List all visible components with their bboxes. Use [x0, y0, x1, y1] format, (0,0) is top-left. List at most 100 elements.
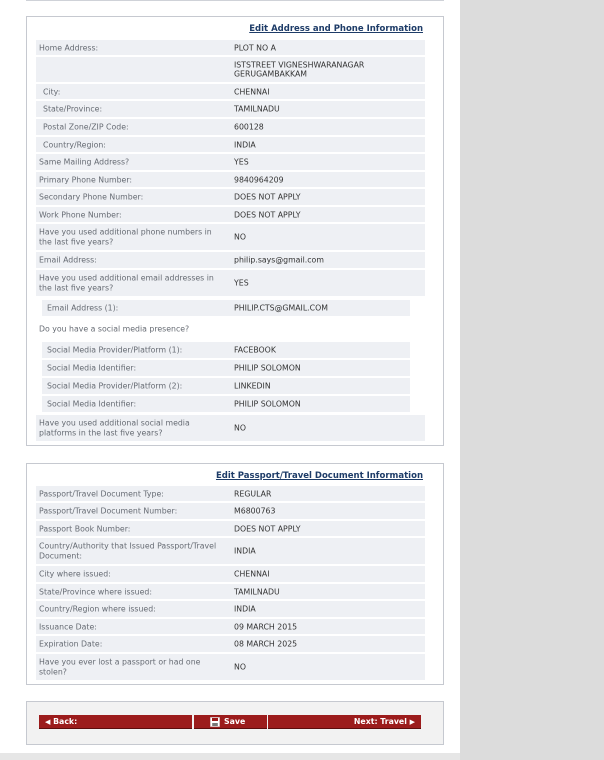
city-row: City: CHENNAI: [36, 84, 425, 100]
row-label: Primary Phone Number:: [39, 174, 133, 184]
issue-country-row: Country/Region where issued: INDIA: [36, 601, 425, 618]
row-value: NO: [234, 423, 246, 433]
navigation-bar: ◀ Back: Save Next: Travel ▶: [26, 701, 444, 745]
passport-panel: Edit Passport/Travel Document Informatio…: [26, 463, 444, 685]
email-1-row: Email Address (1): PHILIP.CTS@GMAIL.COM: [42, 300, 410, 317]
back-label: Back:: [53, 717, 78, 726]
row-value: 9840964209: [234, 174, 284, 184]
home-address-row: Home Address: PLOT NO A: [36, 40, 425, 56]
row-label: Secondary Phone Number:: [39, 192, 144, 202]
row-value: NO: [234, 232, 246, 242]
row-label: Country/Authority that Issued Passport/T…: [39, 541, 217, 561]
next-label: Next: Travel: [353, 717, 407, 726]
state-row: State/Province: TAMILNADU: [36, 101, 425, 118]
email-row: Email Address: philip.says@gmail.com: [36, 252, 425, 269]
save-button[interactable]: Save: [194, 715, 267, 729]
passport-type-row: Passport/Travel Document Type: REGULAR: [36, 486, 425, 502]
row-value: YES: [234, 278, 249, 288]
row-value: INDIA: [234, 604, 256, 614]
row-value: INDIA: [234, 546, 256, 556]
row-value: 09 MARCH 2015: [234, 621, 298, 631]
review-page: Edit Address and Phone Information Home …: [0, 0, 460, 760]
row-value: CHENNAI: [234, 569, 270, 579]
lost-passport-row: Have you ever lost a passport or had one…: [36, 654, 425, 681]
row-value: PLOT NO A: [234, 42, 276, 52]
row-label: Passport/Travel Document Type:: [39, 488, 164, 498]
row-label: Passport Book Number:: [39, 523, 131, 533]
row-value: TAMILNADU: [234, 586, 280, 596]
work-phone-row: Work Phone Number: DOES NOT APPLY: [36, 207, 425, 223]
row-label: Email Address (1):: [47, 303, 119, 313]
passport-number-row: Passport/Travel Document Number: M680076…: [36, 503, 425, 520]
additional-social-row: Have you used additional social media pl…: [36, 415, 425, 442]
issue-state-row: State/Province where issued: TAMILNADU: [36, 584, 425, 600]
row-label: Passport/Travel Document Number:: [39, 506, 178, 516]
social-platform-2-row: Social Media Provider/Platform (2): LINK…: [42, 378, 410, 395]
social-platform-1-row: Social Media Provider/Platform (1): FACE…: [42, 342, 410, 359]
row-label: Work Phone Number:: [39, 209, 122, 219]
additional-phones-row: Have you used additional phone numbers i…: [36, 224, 425, 251]
row-label: Do you have a social media presence?: [39, 323, 190, 333]
issue-city-row: City where issued: CHENNAI: [36, 566, 425, 583]
primary-phone-row: Primary Phone Number: 9840964209: [36, 172, 425, 188]
row-value: TAMILNADU: [234, 104, 280, 114]
edit-address-phone-link[interactable]: Edit Address and Phone Information: [249, 24, 423, 34]
row-label: Social Media Identifier:: [47, 363, 137, 373]
row-value: PHILIP.CTS@GMAIL.COM: [234, 303, 328, 313]
same-mailing-row: Same Mailing Address? YES: [36, 154, 425, 171]
additional-emails-row: Have you used additional email addresses…: [36, 270, 425, 297]
social-identifier-1-row: Social Media Identifier: PHILIP SOLOMON: [42, 360, 410, 377]
row-value: DOES NOT APPLY: [234, 523, 301, 533]
social-identifier-2-row: Social Media Identifier: PHILIP SOLOMON: [42, 396, 410, 413]
next-travel-button[interactable]: Next: Travel ▶: [268, 715, 421, 729]
save-label: Save: [224, 717, 246, 726]
address-line-2: ISTSTREET VIGNESHWARANAGAR: [234, 60, 365, 69]
row-label: Home Address:: [39, 42, 99, 52]
row-label: Postal Zone/ZIP Code:: [43, 122, 129, 132]
address-lines: ISTSTREET VIGNESHWARANAGAR GERUGAMBAKKAM: [234, 60, 364, 79]
row-label: State/Province:: [43, 104, 103, 114]
row-value: NO: [234, 662, 246, 672]
row-value: YES: [234, 157, 249, 167]
row-value: M6800763: [234, 506, 276, 516]
page-footer-strip: [0, 753, 460, 760]
home-address-lines-row: ISTSTREET VIGNESHWARANAGAR GERUGAMBAKKAM: [36, 57, 425, 83]
issuance-date-row: Issuance Date: 09 MARCH 2015: [36, 619, 425, 635]
row-value: philip.says@gmail.com: [234, 255, 324, 265]
country-row: Country/Region: INDIA: [36, 137, 425, 153]
top-divider: [26, 0, 444, 1]
row-label: Social Media Identifier:: [47, 399, 137, 409]
row-label: Issuance Date:: [39, 621, 97, 631]
row-label: Same Mailing Address?: [39, 157, 130, 167]
row-value: PHILIP SOLOMON: [234, 399, 301, 409]
row-label: Country/Region:: [43, 139, 106, 149]
row-value: PHILIP SOLOMON: [234, 363, 301, 373]
row-value: DOES NOT APPLY: [234, 192, 301, 202]
row-label: City where issued:: [39, 569, 111, 579]
row-value: DOES NOT APPLY: [234, 209, 301, 219]
row-value: FACEBOOK: [234, 345, 276, 355]
row-value: LINKEDIN: [234, 381, 271, 391]
triangle-left-icon: ◀: [45, 718, 51, 726]
row-value: 08 MARCH 2025: [234, 639, 298, 649]
row-value: CHENNAI: [234, 86, 270, 96]
address-phone-panel: Edit Address and Phone Information Home …: [26, 16, 444, 446]
row-label: Expiration Date:: [39, 639, 103, 649]
edit-passport-link[interactable]: Edit Passport/Travel Document Informatio…: [216, 471, 423, 481]
address-line-3: GERUGAMBAKKAM: [234, 69, 308, 79]
row-label: Have you used additional social media pl…: [39, 418, 190, 438]
triangle-right-icon: ▶: [409, 718, 415, 726]
postal-code-row: Postal Zone/ZIP Code: 600128: [36, 119, 425, 136]
secondary-phone-row: Secondary Phone Number: DOES NOT APPLY: [36, 189, 425, 206]
row-label: Have you ever lost a passport or had one…: [39, 657, 201, 677]
row-label: Email Address:: [39, 255, 97, 265]
back-button[interactable]: ◀ Back:: [39, 715, 192, 729]
passport-book-row: Passport Book Number: DOES NOT APPLY: [36, 521, 425, 537]
row-label: Social Media Provider/Platform (1):: [47, 345, 183, 355]
row-label: City:: [43, 86, 61, 96]
row-label: Have you used additional phone numbers i…: [39, 227, 212, 247]
floppy-disk-icon: [210, 717, 220, 727]
row-label: Social Media Provider/Platform (2):: [47, 381, 183, 391]
row-label: Country/Region where issued:: [39, 604, 156, 614]
row-value: REGULAR: [234, 488, 272, 498]
